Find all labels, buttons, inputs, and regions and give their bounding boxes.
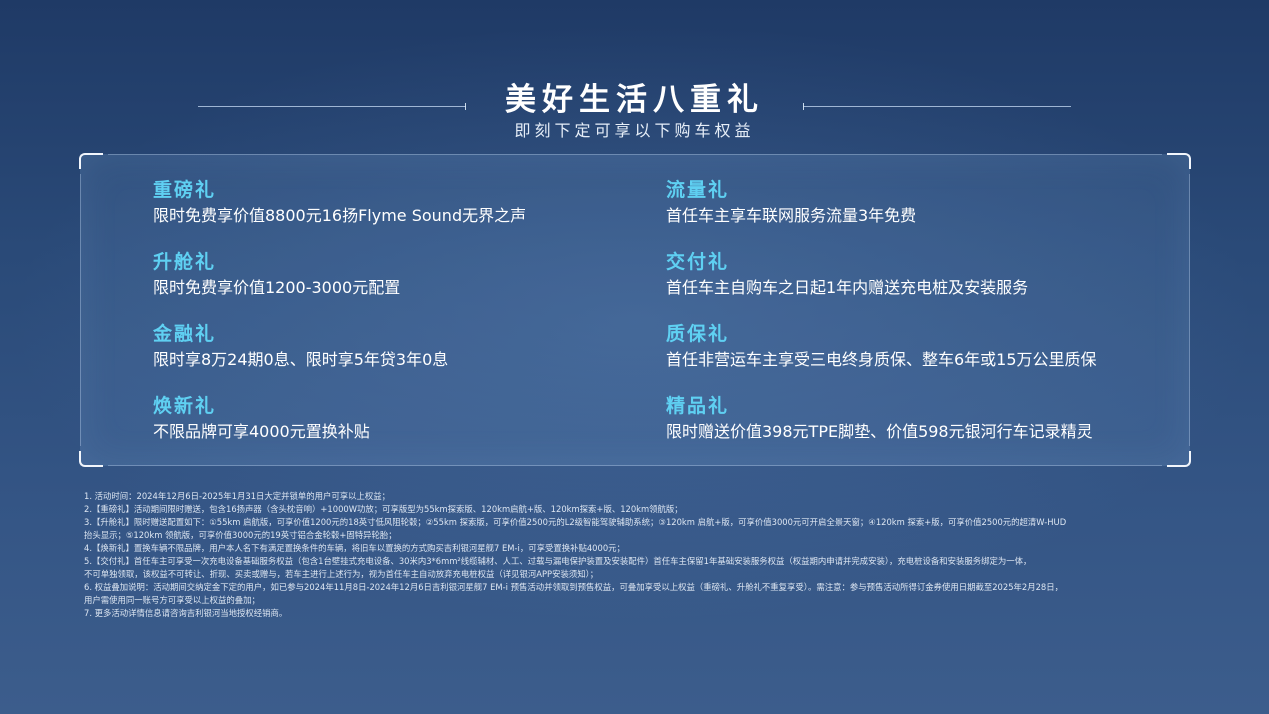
gift-description: 不限品牌可享4000元置换补贴 (153, 422, 370, 441)
note-line: 2.【重磅礼】活动期间限时赠送，包含16扬声器（含头枕音响）+1000W功放；可… (84, 504, 683, 514)
panel-corner-top-left (79, 153, 103, 169)
note-line: 1. 活动时间：2024年12月6日-2025年1月31日大定并锁单的用户可享以… (84, 491, 391, 501)
note-line: 抬头显示；⑤120km 领航版，可享价值3000元的19英寸铝合金轮毂+固特异轮… (84, 530, 397, 540)
gift-description: 限时赠送价值398元TPE脚垫、价值598元银河行车记录精灵 (666, 422, 1093, 441)
note-line: 7. 更多活动详情信息请咨询吉利银河当地授权经销商。 (84, 608, 288, 618)
panel-corner-top-right (1167, 153, 1191, 169)
panel-corner-bottom-right (1167, 451, 1191, 467)
gift-name: 质保礼 (666, 323, 730, 345)
gift-name: 流量礼 (666, 179, 730, 201)
note-line: 4.【焕新礼】置换车辆不限品牌，用户本人名下有满足置换条件的车辆，将旧车以置换的… (84, 543, 625, 553)
terms-notes: 1. 活动时间：2024年12月6日-2025年1月31日大定并锁单的用户可享以… (84, 490, 1194, 620)
panel-edge-right (1189, 174, 1190, 446)
note-line: 不可单独领取，该权益不可转让、折现、买卖或赠与，若车主进行上述行为，视为首任车主… (84, 569, 599, 579)
gift-description: 首任车主享车联网服务流量3年免费 (666, 206, 917, 225)
gift-item: 重磅礼 限时免费享价值8800元16扬Flyme Sound无界之声 (153, 178, 653, 228)
gift-name: 重磅礼 (153, 179, 217, 201)
gift-name: 焕新礼 (153, 395, 217, 417)
panel-edge-top (108, 154, 1162, 155)
note-line: 3.【升舱礼】限时赠送配置如下：①55km 启航版，可享价值1200元的18英寸… (84, 517, 1067, 527)
panel-edge-bottom (108, 465, 1162, 466)
gift-name: 交付礼 (666, 251, 730, 273)
gift-item: 精品礼 限时赠送价值398元TPE脚垫、价值598元银河行车记录精灵 (666, 394, 1166, 444)
gift-item: 流量礼 首任车主享车联网服务流量3年免费 (666, 178, 1166, 228)
gift-item: 交付礼 首任车主自购车之日起1年内赠送充电桩及安装服务 (666, 250, 1166, 300)
benefits-panel: 重磅礼 限时免费享价值8800元16扬Flyme Sound无界之声 升舱礼 限… (79, 153, 1191, 467)
panel-edge-left (80, 174, 81, 446)
gift-item: 质保礼 首任非营运车主享受三电终身质保、整车6年或15万公里质保 (666, 322, 1166, 372)
gift-item: 焕新礼 不限品牌可享4000元置换补贴 (153, 394, 653, 444)
panel-corner-bottom-left (79, 451, 103, 467)
note-line: 5.【交付礼】首任车主可享受一次充电设备基础服务权益（包含1台壁挂式充电设备、3… (84, 556, 1032, 566)
gift-description: 首任非营运车主享受三电终身质保、整车6年或15万公里质保 (666, 350, 1097, 369)
gift-item: 升舱礼 限时免费享价值1200-3000元配置 (153, 250, 653, 300)
note-line: 用户需使用同一账号方可享受以上权益的叠加； (84, 595, 260, 605)
note-line: 6. 权益叠加说明：活动期间交纳定金下定的用户，如已参与2024年11月8日-2… (84, 582, 1064, 592)
gift-description: 限时免费享价值1200-3000元配置 (153, 278, 401, 297)
gift-name: 升舱礼 (153, 251, 217, 273)
gift-item: 金融礼 限时享8万24期0息、限时享5年贷3年0息 (153, 322, 653, 372)
title-divider-right (803, 103, 1071, 110)
gift-description: 首任车主自购车之日起1年内赠送充电桩及安装服务 (666, 278, 1029, 297)
gift-name: 精品礼 (666, 395, 730, 417)
title-divider-left (198, 103, 466, 110)
page-subtitle: 即刻下定可享以下购车权益 (514, 121, 755, 140)
page-title: 美好生活八重礼 (505, 82, 764, 118)
gift-name: 金融礼 (153, 323, 217, 345)
gift-description: 限时免费享价值8800元16扬Flyme Sound无界之声 (153, 206, 527, 225)
gift-description: 限时享8万24期0息、限时享5年贷3年0息 (153, 350, 449, 369)
